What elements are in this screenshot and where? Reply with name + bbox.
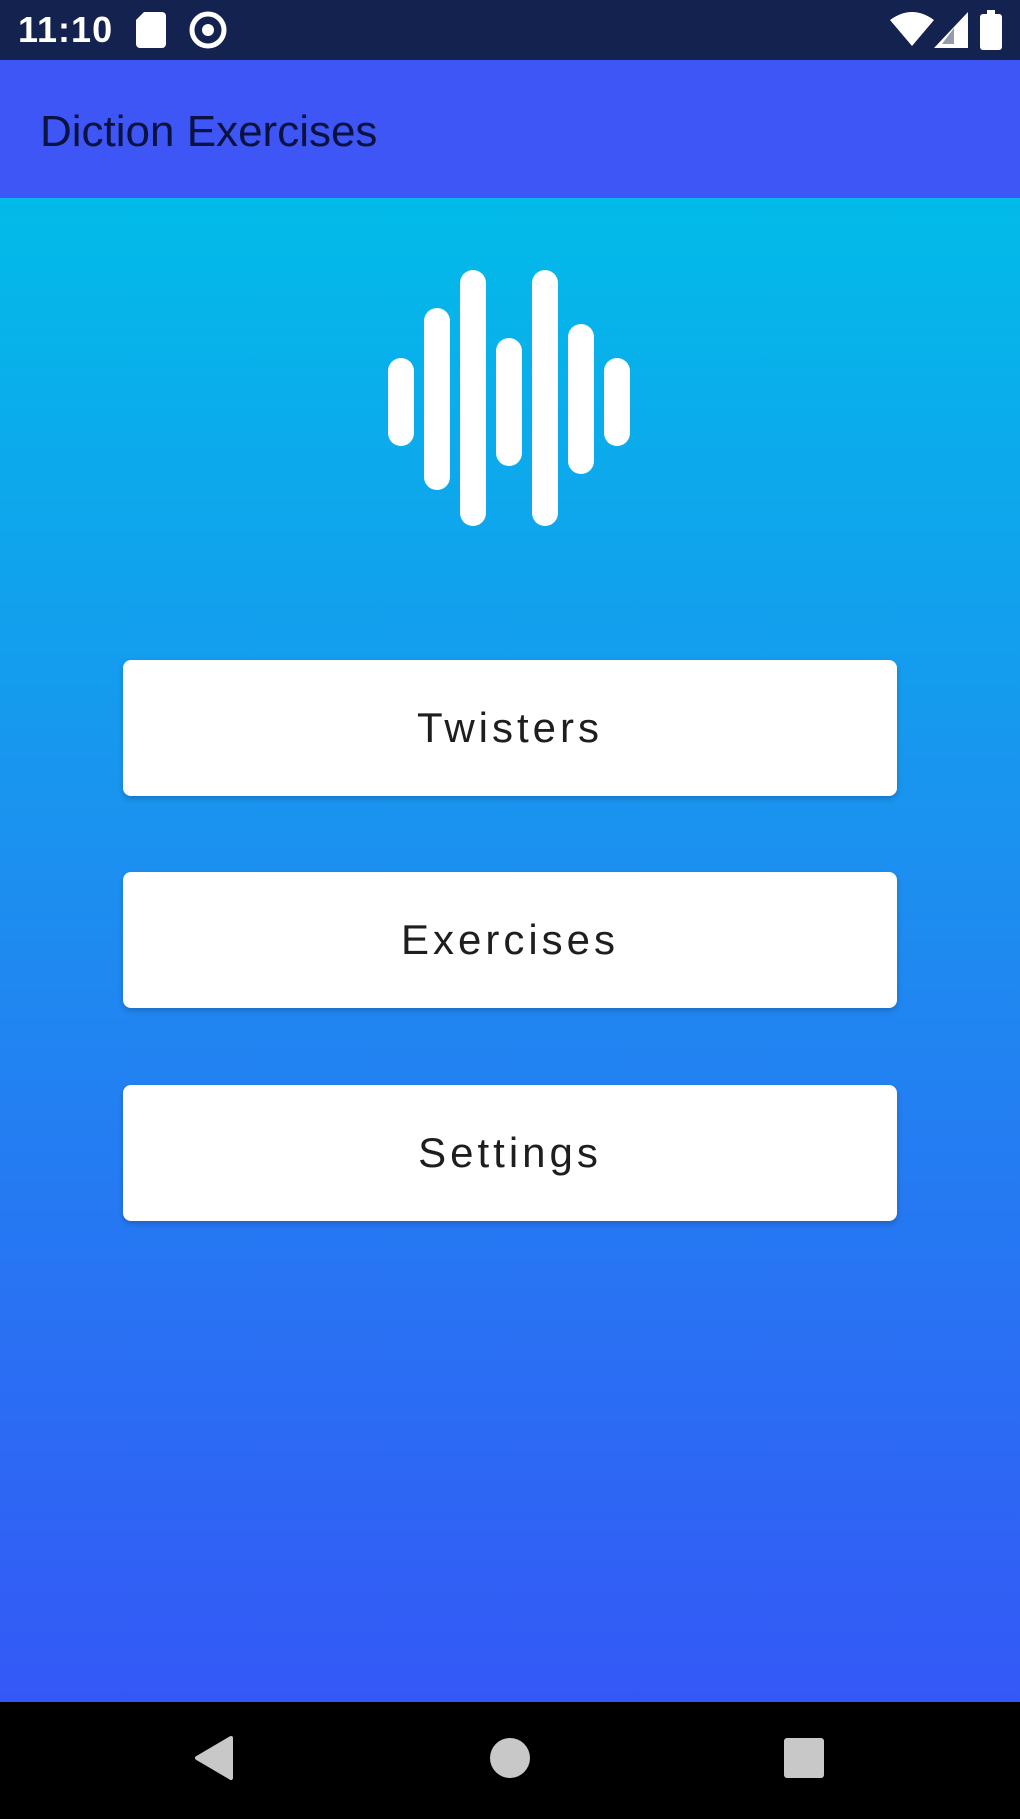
settings-button[interactable]: Settings	[123, 1085, 897, 1221]
signal-icon	[934, 12, 968, 53]
sd-card-icon	[136, 12, 166, 53]
app-screen: 11:10 Diction Exercises Twisters Exercis…	[0, 0, 1020, 1819]
exercises-button[interactable]: Exercises	[123, 872, 897, 1008]
recents-button[interactable]	[764, 1720, 844, 1800]
status-time: 11:10	[18, 9, 114, 50]
back-icon	[191, 1734, 235, 1787]
sound-wave-icon	[380, 268, 640, 528]
twisters-button[interactable]: Twisters	[123, 660, 897, 796]
app-bar: Diction Exercises	[0, 60, 1020, 198]
app-title: Diction Exercises	[40, 107, 378, 156]
wifi-icon	[890, 12, 934, 53]
main-content: Twisters Exercises Settings	[0, 198, 1020, 1702]
back-button[interactable]	[173, 1720, 253, 1800]
recents-icon	[783, 1737, 825, 1784]
status-bar: 11:10	[0, 0, 1020, 60]
home-icon	[488, 1736, 532, 1785]
home-button[interactable]	[470, 1720, 550, 1800]
navigation-bar	[0, 1702, 1020, 1819]
battery-icon	[980, 10, 1002, 55]
vpn-icon	[188, 10, 228, 55]
